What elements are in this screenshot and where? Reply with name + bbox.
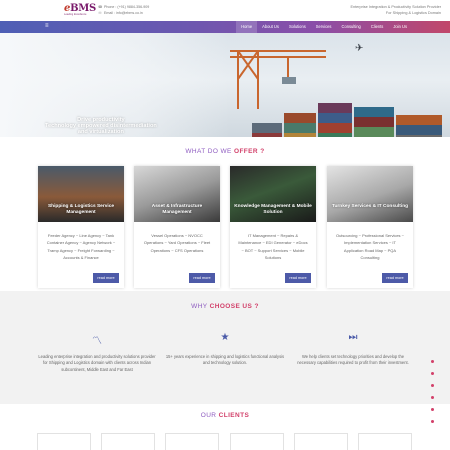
scroll-dot[interactable] bbox=[431, 420, 434, 423]
scroll-dot[interactable] bbox=[431, 384, 434, 387]
client-logo[interactable] bbox=[165, 433, 219, 450]
containers-illustration bbox=[252, 103, 442, 137]
read-more-button[interactable]: read more bbox=[285, 273, 311, 283]
phone-icon: ☎ bbox=[98, 5, 103, 9]
offer-card: Asset & Infrastructure Management Vessel … bbox=[134, 166, 220, 288]
clients-heading-part-a: OUR bbox=[200, 412, 217, 419]
nav-item-clients[interactable]: Clients bbox=[366, 21, 389, 33]
nav-item-consulting[interactable]: Consulting bbox=[336, 21, 365, 33]
ebms-logo[interactable]: eBMS Leading Excellence bbox=[64, 3, 96, 19]
offer-heading-part-b: OFFER ? bbox=[233, 148, 265, 155]
offer-card-description: IT Management ~ Repairs & Maintenance ~ … bbox=[238, 233, 308, 260]
read-more-button[interactable]: read more bbox=[93, 273, 119, 283]
list-icon[interactable]: ≡ bbox=[45, 23, 49, 29]
offer-card-image: Asset & Infrastructure Management bbox=[134, 166, 220, 222]
client-logo[interactable] bbox=[230, 433, 284, 450]
offer-card-title: Shipping & Logistics Service Management bbox=[47, 204, 115, 215]
feature-item: ★ 15+ years experience in shipping and lo… bbox=[165, 332, 285, 367]
choose-heading-part-b: CHOOSE US ? bbox=[209, 303, 259, 310]
feature-item: 〽 Leading enterprise integration and prod… bbox=[37, 332, 157, 373]
nav-item-home[interactable]: Home bbox=[236, 21, 258, 33]
nav-item-solutions[interactable]: Solutions bbox=[284, 21, 311, 33]
scroll-dot[interactable] bbox=[431, 372, 434, 375]
hero-banner: ✈ Drive productivity Technology empowere… bbox=[0, 33, 450, 137]
offer-card-description: Feeder Agency ~ Line Agency ~ Tank Conta… bbox=[46, 233, 116, 260]
clients-heading: OUR CLIENTS bbox=[0, 412, 450, 419]
contact-info: ☎ Phone : (+91) 9884-356-909 ✉ Email : inf… bbox=[98, 4, 149, 16]
nav-item-about-us[interactable]: About Us bbox=[257, 21, 284, 33]
client-logo[interactable] bbox=[294, 433, 348, 450]
hero-line-3: and virtualization bbox=[77, 129, 124, 135]
scroll-dot[interactable] bbox=[431, 396, 434, 399]
nav-item-services[interactable]: Services bbox=[311, 21, 337, 33]
feature-text: We help clients set technology prioritie… bbox=[297, 354, 409, 366]
line-chart-icon: 〽 bbox=[92, 336, 102, 347]
clients-heading-part-b: CLIENTS bbox=[218, 412, 250, 419]
offer-card-image: Shipping & Logistics Service Management bbox=[38, 166, 124, 222]
main-navbar: ≡ Home About Us Solutions Services Consultin… bbox=[0, 21, 450, 33]
offer-card-title: Turnkey Services & IT Consulting bbox=[331, 204, 409, 209]
tagline-line-2: For Shipping & Logistics Domain bbox=[385, 11, 441, 15]
offer-heading: WHAT DO WE OFFER ? bbox=[0, 148, 450, 155]
feature-text: 15+ years experience in shipping and log… bbox=[165, 354, 285, 366]
offer-card-image: Turnkey Services & IT Consulting bbox=[327, 166, 413, 222]
client-logo[interactable] bbox=[37, 433, 91, 450]
offer-card: Shipping & Logistics Service Management F… bbox=[38, 166, 124, 288]
scroll-dot[interactable] bbox=[431, 360, 434, 363]
mail-icon: ✉ bbox=[98, 11, 102, 15]
star-icon: ★ bbox=[220, 332, 230, 343]
choose-heading-part-a: WHY bbox=[191, 303, 208, 310]
offer-card: Turnkey Services & IT Consulting Outsourc… bbox=[327, 166, 413, 288]
read-more-button[interactable]: read more bbox=[189, 273, 215, 283]
page-scroll-dots bbox=[431, 360, 437, 432]
offer-card-description: Outsourcing ~ Professional Services ~ Im… bbox=[335, 233, 405, 260]
client-logo[interactable] bbox=[358, 433, 412, 450]
offer-card-image: Knowledge Management & Mobile Solution bbox=[230, 166, 316, 222]
offer-card-description: Vessel Operations ~ NVOCC Operations ~ Y… bbox=[143, 233, 211, 253]
nav-menu: Home About Us Solutions Services Consulting C… bbox=[236, 21, 412, 33]
client-logo[interactable] bbox=[101, 433, 155, 450]
feature-text: Leading enterprise integration and produ… bbox=[38, 354, 156, 372]
choose-heading: WHY CHOOSE US ? bbox=[0, 303, 450, 310]
offer-heading-part-a: WHAT DO WE bbox=[185, 148, 232, 155]
scroll-dot[interactable] bbox=[431, 408, 434, 411]
read-more-button[interactable]: read more bbox=[382, 273, 408, 283]
offer-card-title: Knowledge Management & Mobile Solution bbox=[234, 204, 312, 215]
airplane-icon: ✈ bbox=[355, 43, 364, 54]
hero-caption: Drive productivity Technology empowered … bbox=[45, 117, 157, 135]
email-text[interactable]: Email : info@ebms.co.in bbox=[104, 10, 143, 16]
feature-item: ⏭ We help clients set technology prioriti… bbox=[293, 332, 413, 367]
offer-card-title: Asset & Infrastructure Management bbox=[151, 204, 203, 215]
nav-item-join-us[interactable]: Join Us bbox=[388, 21, 412, 33]
top-header: eBMS Leading Excellence ☎ Phone : (+91) 9… bbox=[0, 0, 450, 21]
offer-card: Knowledge Management & Mobile Solution IT… bbox=[230, 166, 316, 288]
fast-forward-icon: ⏭ bbox=[348, 332, 358, 343]
company-tagline: Enterprise Integration & Productivity So… bbox=[350, 4, 441, 16]
